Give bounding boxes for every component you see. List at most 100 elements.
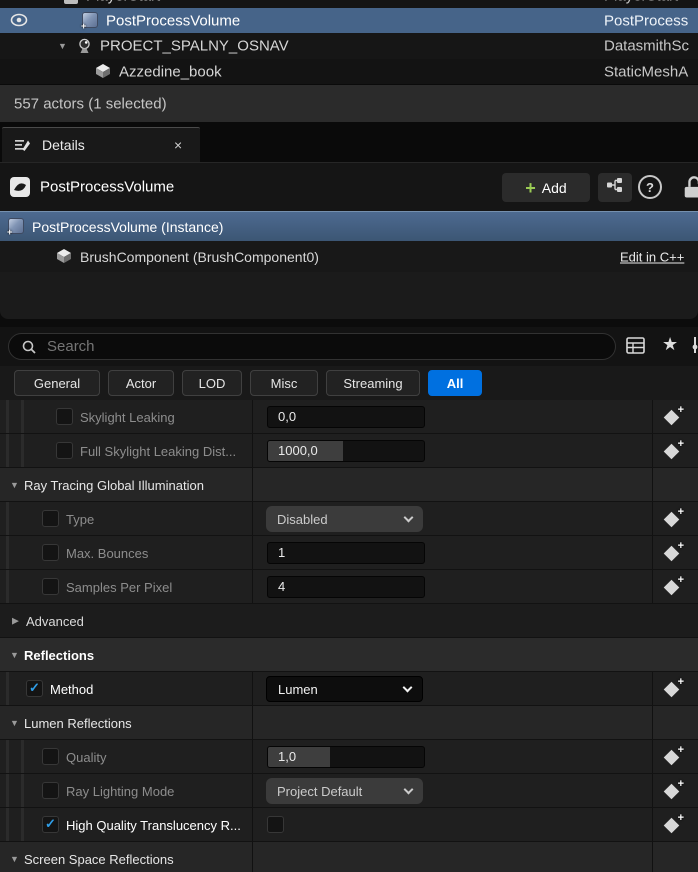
outliner-row-proect-spalny[interactable]: ▼ PROECT_SPALNY_OSNAV DatasmithSc <box>0 33 698 59</box>
keyframe-diamond-icon[interactable]: + <box>663 815 683 835</box>
keyframe-diamond-icon[interactable]: + <box>663 577 683 597</box>
outliner-row-playerstart[interactable]: PlayerStart PlayerStart <box>0 0 698 8</box>
ray-lighting-mode-dropdown[interactable]: Project Default <box>266 778 423 804</box>
property-label: Quality <box>66 740 106 774</box>
actor-type: DatasmithSc <box>604 38 689 55</box>
filter-lod[interactable]: LOD <box>182 370 242 396</box>
visibility-eye-icon[interactable] <box>10 13 28 32</box>
lock-open-icon[interactable] <box>680 175 698 201</box>
property-label: Full Skylight Leaking Dist... <box>80 434 236 468</box>
dropdown-value: Lumen <box>278 682 318 697</box>
keyframe-diamond-icon[interactable]: + <box>663 747 683 767</box>
category-label: Ray Tracing Global Illumination <box>24 468 204 502</box>
filter-label: General <box>34 376 80 391</box>
value-checkbox[interactable] <box>267 816 284 833</box>
keyframe-diamond-icon[interactable]: + <box>663 781 683 801</box>
samples-per-pixel-input[interactable]: 4 <box>267 576 425 598</box>
keyframe-diamond-icon[interactable]: + <box>663 543 683 563</box>
value-text: 0,0 <box>278 407 296 427</box>
override-checkbox[interactable] <box>42 544 59 561</box>
help-icon[interactable]: ? <box>638 175 662 199</box>
outliner-row-postprocessvolume[interactable]: + PostProcessVolume PostProcess <box>0 8 698 33</box>
override-checkbox[interactable] <box>56 442 73 459</box>
category-lumen-reflections[interactable]: ▼ Lumen Reflections <box>0 706 698 740</box>
dropdown-value: Project Default <box>277 784 362 799</box>
filter-label: LOD <box>199 376 226 391</box>
override-checkbox-checked[interactable]: ✓ <box>26 680 43 697</box>
unreal-details-panel: PlayerStart PlayerStart + PostProcessVol… <box>0 0 698 872</box>
property-row-high-quality-translucency: ✓ High Quality Translucency R... + <box>0 808 698 842</box>
component-row-brush[interactable]: BrushComponent (BrushComponent0) Edit in… <box>0 241 698 272</box>
property-row-method: ✓ Method Lumen + <box>0 672 698 706</box>
category-reflections[interactable]: ▼ Reflections <box>0 638 698 672</box>
details-tab-icon <box>14 137 31 158</box>
category-label: Screen Space Reflections <box>24 842 174 872</box>
property-row-full-skylight-leaking: Full Skylight Leaking Dist... 1000,0 + <box>0 434 698 468</box>
settings-sliders-icon[interactable] <box>691 336 698 359</box>
datasmith-scene-icon <box>76 38 93 59</box>
actor-name: PostProcessVolume <box>106 12 240 29</box>
plus-icon: + <box>525 179 536 197</box>
keyframe-diamond-icon[interactable]: + <box>663 509 683 529</box>
property-row-skylight-leaking: Skylight Leaking 0,0 + <box>0 400 698 434</box>
keyframe-diamond-icon[interactable]: + <box>663 679 683 699</box>
max-bounces-input[interactable]: 1 <box>267 542 425 564</box>
expander-expanded-icon[interactable]: ▼ <box>58 41 67 51</box>
expander-collapsed-icon: ▶ <box>12 615 19 626</box>
outliner-row-azzedine-book[interactable]: Azzedine_book StaticMeshA <box>0 59 698 84</box>
override-checkbox[interactable] <box>42 748 59 765</box>
property-grid: Skylight Leaking 0,0 + Full Skylight Lea… <box>0 400 698 872</box>
filter-all[interactable]: All <box>428 370 482 396</box>
search-row: ★ <box>0 327 698 366</box>
component-tree-empty-area <box>0 272 698 319</box>
category-label: Lumen Reflections <box>24 706 132 740</box>
favorites-star-icon[interactable]: ★ <box>662 334 678 355</box>
skylight-leaking-input[interactable]: 0,0 <box>267 406 425 428</box>
keyframe-diamond-icon[interactable]: + <box>663 441 683 461</box>
type-dropdown[interactable]: Disabled <box>266 506 423 532</box>
display-options-icon[interactable] <box>626 337 645 359</box>
override-checkbox-checked[interactable]: ✓ <box>42 816 59 833</box>
filter-label: Streaming <box>343 376 402 391</box>
selected-object-title: PostProcessVolume <box>40 179 174 196</box>
override-checkbox[interactable] <box>56 408 73 425</box>
full-skylight-leaking-input[interactable]: 1000,0 <box>267 440 425 462</box>
property-label: Method <box>50 672 93 706</box>
actor-name: Azzedine_book <box>119 63 222 80</box>
category-label: Reflections <box>24 638 94 672</box>
chevron-down-icon <box>404 784 414 794</box>
filter-actor[interactable]: Actor <box>108 370 174 396</box>
quality-input[interactable]: 1,0 <box>267 746 425 768</box>
tab-details[interactable]: Details × <box>2 127 200 162</box>
filter-label: All <box>447 376 464 391</box>
component-row-instance[interactable]: + PostProcessVolume (Instance) <box>0 211 698 241</box>
blueprint-hierarchy-button[interactable] <box>598 173 632 202</box>
node-graph-icon <box>606 177 624 198</box>
filter-general[interactable]: General <box>14 370 100 396</box>
value-text: 4 <box>278 577 285 597</box>
chevron-down-icon <box>404 512 414 522</box>
search-field[interactable] <box>8 333 616 360</box>
edit-in-cpp-link[interactable]: Edit in C++ <box>620 249 684 264</box>
filter-label: Actor <box>126 376 156 391</box>
close-icon[interactable]: × <box>174 137 182 153</box>
category-ray-tracing-gi[interactable]: ▼ Ray Tracing Global Illumination <box>0 468 698 502</box>
category-screen-space-reflections[interactable]: ▼ Screen Space Reflections <box>0 842 698 872</box>
override-checkbox[interactable] <box>42 578 59 595</box>
category-advanced[interactable]: ▶ Advanced <box>0 604 698 638</box>
method-dropdown[interactable]: Lumen <box>266 676 423 702</box>
actor-type: PlayerStart <box>604 0 678 5</box>
search-input[interactable] <box>47 335 587 358</box>
filter-streaming[interactable]: Streaming <box>326 370 420 396</box>
search-icon <box>21 339 37 360</box>
property-row-max-bounces: Max. Bounces 1 + <box>0 536 698 570</box>
keyframe-diamond-icon[interactable]: + <box>663 407 683 427</box>
outliner-status-bar: 557 actors (1 selected) <box>0 84 698 122</box>
add-button[interactable]: + Add <box>502 173 590 202</box>
filter-misc[interactable]: Misc <box>250 370 318 396</box>
help-glyph: ? <box>646 180 654 195</box>
property-label: High Quality Translucency R... <box>66 808 241 842</box>
postprocess-volume-icon: + <box>8 218 24 234</box>
override-checkbox[interactable] <box>42 510 59 527</box>
override-checkbox[interactable] <box>42 782 59 799</box>
